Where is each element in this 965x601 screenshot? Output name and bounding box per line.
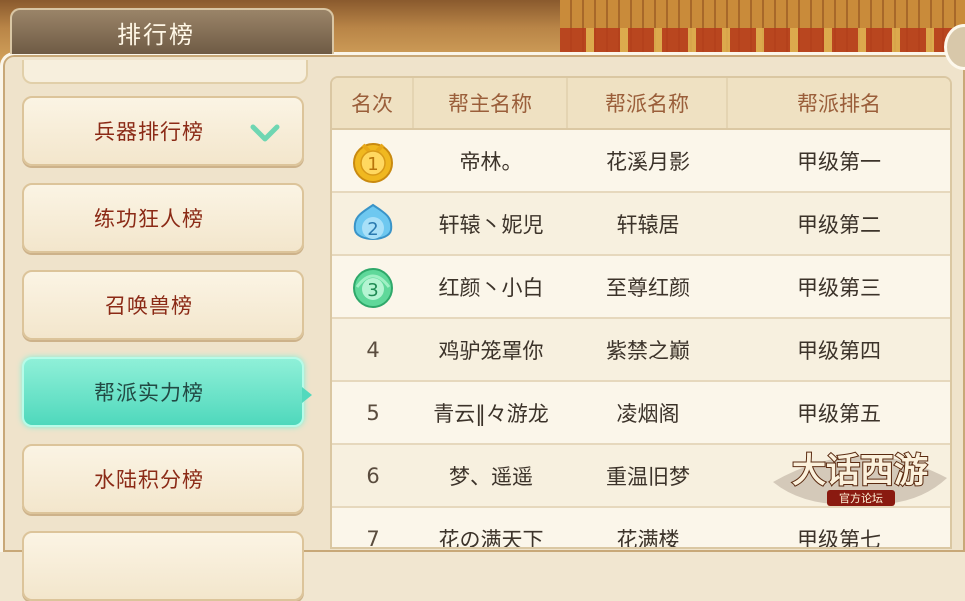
menu-item-training[interactable]: 练功狂人榜 <box>22 183 304 253</box>
game-logo-watermark: 大话西游 官方论坛 <box>773 450 947 506</box>
table-row[interactable]: 4 鸡驴笼罩你 紫禁之巅 甲级第四 <box>332 319 950 382</box>
menu-item-label: 练功狂人榜 <box>94 207 204 231</box>
selected-arrow-icon <box>302 387 312 403</box>
rank-cell: 3 <box>332 256 414 317</box>
medal-rank-number: 3 <box>367 280 378 301</box>
guild-cell: 紫禁之巅 <box>606 338 690 363</box>
guild-rank-cell: 甲级第二 <box>797 212 881 237</box>
rank-cell: 5 <box>366 400 380 425</box>
menu-item-label: 兵器排行榜 <box>94 120 204 144</box>
menu-scroll-edge <box>22 60 308 84</box>
menu-item-weapon[interactable]: 兵器排行榜 <box>22 96 304 166</box>
green-medal-icon: 3 <box>353 267 393 308</box>
guild-cell: 至尊红颜 <box>606 275 690 300</box>
medal-rank-number: 2 <box>367 219 378 240</box>
table-row[interactable]: 2 轩辕丶妮児 轩辕居 甲级第二 <box>332 193 950 256</box>
table-row[interactable]: 3 红颜丶小白 至尊红颜 甲级第三 <box>332 256 950 319</box>
gold-medal-icon: 1 <box>353 142 393 183</box>
table-row[interactable]: 1 帝林。 花溪月影 甲级第一 <box>332 130 950 193</box>
rank-cell: 7 <box>366 526 380 549</box>
rank-cell: 6 <box>366 463 380 488</box>
medal-rank-number: 1 <box>367 154 378 175</box>
panel-title: 排行榜 <box>117 20 195 49</box>
menu-item-label: 帮派实力榜 <box>94 381 204 405</box>
menu-item-label: 水陆积分榜 <box>94 468 204 492</box>
leader-cell: 鸡驴笼罩你 <box>438 338 544 363</box>
panel-title-tab: 排行榜 <box>10 8 334 54</box>
leader-cell: 花の满天下 <box>438 527 544 549</box>
leader-cell: 梦、遥遥 <box>449 464 533 489</box>
column-header-guild-rank: 帮派排名 <box>797 92 881 116</box>
menu-item-label: 召唤兽榜 <box>105 294 193 318</box>
menu-item-guild-strength[interactable]: 帮派实力榜 <box>22 357 312 427</box>
menu-item-water-land[interactable]: 水陆积分榜 <box>22 444 304 514</box>
blue-medal-icon: 2 <box>353 203 393 240</box>
column-header-guild: 帮派名称 <box>568 78 728 128</box>
logo-title: 大话西游 <box>792 451 928 491</box>
guild-cell: 花溪月影 <box>606 149 690 174</box>
guild-cell: 花满楼 <box>616 527 680 549</box>
logo-subtitle: 官方论坛 <box>839 491 883 505</box>
leader-cell: 帝林。 <box>459 149 523 174</box>
menu-item-summon-beast[interactable]: 召唤兽榜 <box>22 270 304 340</box>
leader-cell: 红颜丶小白 <box>438 275 544 300</box>
leader-cell: 青云‖々游龙 <box>433 401 549 426</box>
guild-rank-cell: 甲级第三 <box>797 275 881 300</box>
chevron-down-icon[interactable] <box>250 122 280 144</box>
guild-cell: 凌烟阁 <box>616 401 680 426</box>
table-row[interactable]: 5 青云‖々游龙 凌烟阁 甲级第五 <box>332 382 950 445</box>
leader-cell: 轩辕丶妮児 <box>438 212 544 237</box>
rank-cell: 4 <box>366 337 380 362</box>
rank-cell: 1 <box>332 130 414 191</box>
guild-cell: 重温旧梦 <box>606 464 690 489</box>
guild-cell: 轩辕居 <box>616 212 680 237</box>
guild-rank-cell: 甲级第四 <box>797 338 881 363</box>
table-header: 名次 帮主名称 帮派名称 帮派排名 <box>332 78 950 130</box>
guild-rank-cell: 甲级第五 <box>797 401 881 426</box>
rank-cell: 2 <box>332 193 414 254</box>
column-header-leader: 帮主名称 <box>414 78 568 128</box>
menu-item-more[interactable] <box>22 531 304 601</box>
column-header-rank: 名次 <box>332 78 414 128</box>
guild-rank-cell: 甲级第一 <box>797 149 881 174</box>
